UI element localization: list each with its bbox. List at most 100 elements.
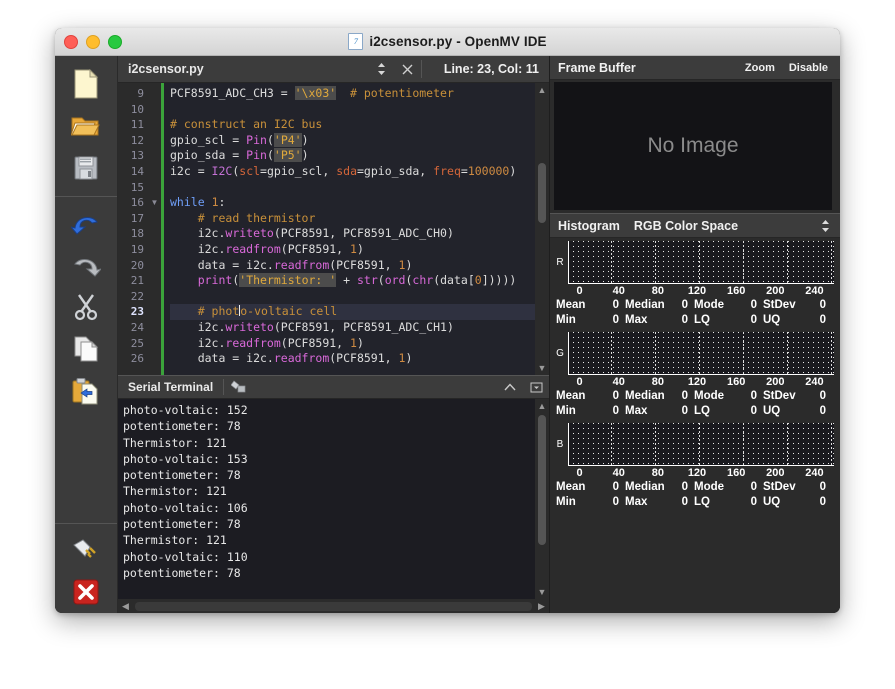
axis-tick: 200 bbox=[766, 285, 785, 297]
stat-key: Min bbox=[556, 405, 576, 417]
histogram-plot-row: B bbox=[550, 423, 840, 466]
paste-icon[interactable] bbox=[64, 371, 108, 411]
close-icon[interactable] bbox=[395, 56, 421, 82]
editor-vertical-scrollbar[interactable]: ▲ ▼ bbox=[535, 83, 549, 375]
color-space-select[interactable]: RGB Color Space bbox=[620, 219, 738, 233]
histogram-plot[interactable] bbox=[568, 423, 834, 466]
fold-toggle-icon[interactable]: ▼ bbox=[148, 195, 161, 211]
frame-buffer-disable-button[interactable]: Disable bbox=[789, 62, 828, 74]
fold-cell bbox=[148, 304, 161, 320]
stat-value: 0 bbox=[681, 390, 688, 402]
histogram-title: Histogram bbox=[558, 218, 620, 233]
chevron-up-icon[interactable] bbox=[497, 376, 523, 398]
stat-value: 0 bbox=[681, 481, 688, 493]
scroll-up-icon[interactable]: ▲ bbox=[535, 399, 549, 413]
line-number: 9 bbox=[137, 87, 144, 100]
terminal-horizontal-scrollbar[interactable]: ◀ ▶ bbox=[118, 599, 549, 613]
undo-icon[interactable] bbox=[64, 203, 108, 243]
stat-key: LQ bbox=[694, 405, 710, 417]
serial-terminal-title: Serial Terminal bbox=[128, 380, 214, 394]
connect-icon[interactable] bbox=[64, 530, 108, 570]
stat-mode: Mode 0 bbox=[694, 299, 763, 311]
editor-tab-name[interactable]: i2csensor.py bbox=[118, 62, 369, 76]
window-title-text: i2csensor.py - OpenMV IDE bbox=[369, 34, 547, 49]
histogram-stats-row: Mean 0 Median 0 Mode 0 StDev 0 bbox=[550, 297, 840, 312]
stat-key: Max bbox=[625, 496, 648, 508]
stat-max: Max 0 bbox=[625, 405, 694, 417]
stat-value: 0 bbox=[750, 481, 757, 493]
stat-stdev: StDev 0 bbox=[763, 299, 832, 311]
histogram-axis-ticks: 0 40 80 120 160 200 240 bbox=[550, 466, 840, 479]
stat-uq: UQ 0 bbox=[763, 314, 832, 326]
updown-chevrons-icon[interactable] bbox=[369, 56, 395, 82]
stat-value: 0 bbox=[612, 314, 619, 326]
code-line: # read thermistor bbox=[197, 210, 316, 225]
stat-value: 0 bbox=[819, 496, 826, 508]
stat-value: 0 bbox=[819, 390, 826, 402]
fold-cell bbox=[148, 117, 161, 133]
fold-margin[interactable]: ▼ bbox=[148, 83, 161, 375]
clear-terminal-icon[interactable] bbox=[224, 376, 254, 398]
scroll-left-icon[interactable]: ◀ bbox=[118, 601, 133, 612]
stat-median: Median 0 bbox=[625, 481, 694, 493]
code-line: gpio_sda = Pin('P5') bbox=[170, 148, 309, 163]
new-file-icon[interactable] bbox=[64, 64, 108, 104]
cut-icon[interactable] bbox=[64, 287, 108, 327]
axis-tick: 120 bbox=[687, 467, 707, 479]
left-toolbar bbox=[55, 56, 118, 613]
terminal-line: photo-voltaic: 152 bbox=[123, 403, 248, 417]
stat-max: Max 0 bbox=[625, 314, 694, 326]
code-text-area[interactable]: PCF8591_ADC_CH3 = '\x03' # potentiometer… bbox=[164, 83, 535, 375]
stat-key: StDev bbox=[763, 299, 796, 311]
frame-buffer-header: Frame Buffer Zoom Disable bbox=[550, 56, 840, 80]
axis-tick: 160 bbox=[726, 467, 746, 479]
scroll-right-icon[interactable]: ▶ bbox=[534, 601, 549, 612]
scrollbar-thumb[interactable] bbox=[538, 415, 546, 545]
copy-icon[interactable] bbox=[64, 329, 108, 369]
scrollbar-thumb[interactable] bbox=[538, 163, 546, 223]
code-line: i2c = I2C(scl=gpio_scl, sda=gpio_sda, fr… bbox=[170, 163, 517, 178]
terminal-line: photo-voltaic: 153 bbox=[123, 451, 248, 466]
stat-min: Min 0 bbox=[556, 496, 625, 508]
histogram-plot[interactable] bbox=[568, 241, 834, 284]
fold-cell bbox=[148, 180, 161, 196]
stat-mode: Mode 0 bbox=[694, 390, 763, 402]
stat-lq: LQ 0 bbox=[694, 405, 763, 417]
redo-icon[interactable] bbox=[64, 245, 108, 285]
line-number: 21 bbox=[130, 274, 144, 288]
scroll-down-icon[interactable]: ▼ bbox=[535, 585, 549, 599]
axis-tick: 120 bbox=[687, 376, 707, 388]
scroll-up-icon[interactable]: ▲ bbox=[535, 83, 549, 97]
terminal-vertical-scrollbar[interactable]: ▲ ▼ bbox=[535, 399, 549, 599]
axis-tick: 40 bbox=[612, 467, 625, 479]
axis-tick: 80 bbox=[651, 467, 664, 479]
save-file-icon[interactable] bbox=[64, 148, 108, 188]
title-bar: 7 i2csensor.py - OpenMV IDE bbox=[55, 28, 840, 56]
terminal-line: potentiometer: 78 bbox=[123, 419, 241, 434]
stat-stdev: StDev 0 bbox=[763, 481, 832, 493]
screenshot-root: 7 i2csensor.py - OpenMV IDE i2csensor.py… bbox=[0, 0, 895, 689]
channel-label-g: G bbox=[556, 348, 564, 359]
frame-buffer-zoom-button[interactable]: Zoom bbox=[745, 62, 775, 74]
line-number: 16 bbox=[130, 196, 144, 210]
serial-terminal-body[interactable]: photo-voltaic: 152 potentiometer: 78 The… bbox=[118, 399, 549, 599]
open-file-icon[interactable] bbox=[64, 106, 108, 146]
window-title: 7 i2csensor.py - OpenMV IDE bbox=[55, 28, 840, 55]
serial-terminal-header: Serial Terminal bbox=[118, 375, 549, 399]
stop-icon[interactable] bbox=[64, 572, 108, 612]
line-number-current: 23 bbox=[130, 305, 144, 319]
stat-value: 0 bbox=[750, 299, 757, 311]
frame-buffer-viewport[interactable]: No Image bbox=[554, 82, 832, 210]
scroll-down-icon[interactable]: ▼ bbox=[535, 361, 549, 375]
stat-key: UQ bbox=[763, 405, 781, 417]
popout-icon[interactable] bbox=[523, 376, 549, 398]
axis-tick: 240 bbox=[805, 467, 824, 479]
stat-key: Mean bbox=[556, 299, 586, 311]
histogram-plot[interactable] bbox=[568, 332, 834, 375]
updown-chevrons-icon[interactable] bbox=[821, 219, 840, 233]
stat-value: 0 bbox=[819, 299, 826, 311]
code-editor[interactable]: 9 10 11 12 13 14 15 16 17 18 19 20 21 22… bbox=[118, 83, 549, 375]
scrollbar-thumb[interactable] bbox=[135, 602, 532, 611]
line-number: 13 bbox=[130, 149, 144, 163]
